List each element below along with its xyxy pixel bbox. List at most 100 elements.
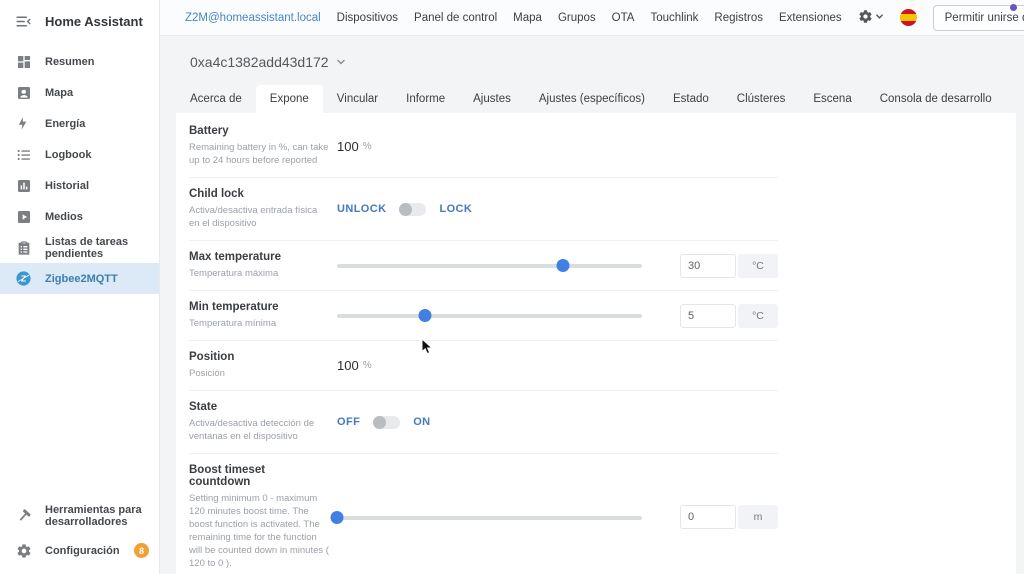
chevron-down-icon	[336, 54, 346, 70]
chevron-down-icon	[875, 12, 884, 24]
expose-value: 100	[337, 138, 359, 154]
flag-stripe	[899, 20, 917, 26]
sidebar-item-zigbee2mqtt[interactable]: Z Zigbee2MQTT	[0, 263, 159, 294]
sidebar-item-label: Resumen	[45, 55, 95, 68]
expose-header: Position Posición	[189, 351, 329, 380]
expose-name: Min temperature	[189, 301, 279, 313]
tab-ajustes-espec-ficos[interactable]: Ajustes (específicos)	[525, 85, 659, 113]
value-input-group: °C	[680, 253, 778, 278]
sidebar-item-label: Mapa	[45, 86, 74, 99]
nav-link-extensiones[interactable]: Extensiones	[779, 12, 842, 24]
unit-addon: °C	[738, 253, 778, 278]
todo-icon	[15, 239, 32, 256]
toggle-on-option[interactable]: LOCK	[439, 203, 472, 215]
tab-informe[interactable]: Informe	[392, 85, 459, 113]
sidebar-item-mapa[interactable]: Mapa	[0, 77, 159, 108]
expose-header: State Activa/desactiva detección de venta…	[189, 401, 329, 443]
device-id-dropdown[interactable]: 0xa4c1382add43d172	[190, 54, 1016, 70]
slider-track	[337, 264, 642, 268]
value-input[interactable]	[680, 253, 736, 278]
expose-row-min-temperature: Min temperature Temperatura mínima °C	[189, 291, 778, 341]
map-icon	[15, 84, 32, 101]
sidebar-item-logbook[interactable]: Logbook	[0, 139, 159, 170]
value-input[interactable]	[680, 505, 736, 529]
sidebar-item-medios[interactable]: Medios	[0, 201, 159, 232]
toggle-off-option[interactable]: OFF	[337, 416, 360, 428]
toggle-knob	[373, 415, 387, 429]
logbook-icon	[15, 146, 32, 163]
nav-link-touchlink[interactable]: Touchlink	[650, 12, 698, 24]
nav-link-ota[interactable]: OTA	[612, 12, 635, 24]
value-input[interactable]	[680, 303, 736, 328]
nav-link-mapa[interactable]: Mapa	[513, 12, 542, 24]
expose-name: Max temperature	[189, 251, 282, 263]
toggle-off-option[interactable]: UNLOCK	[337, 203, 386, 215]
expose-name: Child lock	[189, 188, 244, 200]
expose-row-position: Position Posición 100%	[189, 341, 778, 391]
svg-text:Z: Z	[21, 274, 26, 284]
tab-expone[interactable]: Expone	[255, 85, 323, 113]
value-input-group: °C	[680, 303, 778, 328]
expose-control: UNLOCK LOCK	[337, 202, 778, 216]
sidebar-item-configuraci-n[interactable]: Configuración 8	[0, 535, 159, 566]
tab-estado[interactable]: Estado	[659, 85, 723, 113]
sidebar-item-label: Medios	[45, 210, 83, 223]
value-slider[interactable]	[337, 259, 642, 272]
nav-link-grupos[interactable]: Grupos	[558, 12, 596, 24]
toggle-switch[interactable]	[373, 415, 401, 429]
media-icon	[15, 208, 32, 225]
device-page: 0xa4c1382add43d172 Acerca de Expone Vincul…	[160, 36, 1024, 574]
sidebar-item-resumen[interactable]: Resumen	[0, 46, 159, 77]
sidebar-item-label: Listas de tareas pendientes	[45, 235, 129, 260]
z2m-nav-links: Dispositivos Panel de control Mapa Grupos OT…	[337, 12, 842, 24]
nav-link-dispositivos[interactable]: Dispositivos	[337, 12, 398, 24]
unit-addon: m	[738, 505, 778, 529]
sidebar-item-energ-a[interactable]: Energía	[0, 108, 159, 139]
sidebar-nav: Resumen Mapa Energía Logbook Historial Medios…	[0, 46, 159, 294]
value-slider[interactable]	[337, 309, 642, 322]
sidebar-item-herramientas-para-desarrolladores[interactable]: Herramientas para desarrolladores	[0, 497, 159, 535]
expose-header: Boost timeset countdown Setting minimum 0…	[189, 464, 329, 570]
tab-acerca-de[interactable]: Acerca de	[176, 85, 256, 113]
sidebar: Home Assistant Resumen Mapa Energía Logbook…	[0, 0, 160, 574]
toggle-switch[interactable]	[399, 202, 427, 216]
sidebar-item-label: Zigbee2MQTT	[45, 272, 118, 285]
navbar-settings-dropdown[interactable]	[858, 9, 884, 27]
z2m-brand-link[interactable]: Z2M@homeassistant.local	[185, 12, 321, 24]
tab-consola-de-desarrollo[interactable]: Consola de desarrollo	[866, 85, 1006, 113]
toggle-on-option[interactable]: ON	[413, 416, 430, 428]
expose-name: Position	[189, 351, 235, 363]
slider-knob[interactable]	[556, 259, 570, 272]
language-flag-spain-icon[interactable]	[899, 9, 917, 26]
device-tabs: Acerca de Expone Vincular Informe Ajustes Aju…	[176, 85, 1016, 113]
gear-icon	[858, 9, 873, 27]
expose-description: Setting minimum 0 - maximum 120 minutes …	[189, 493, 329, 569]
expose-control: 100%	[337, 139, 778, 154]
unit-addon: °C	[738, 303, 778, 328]
expose-name: State	[189, 401, 218, 413]
sidebar-item-listas-de-tareas-pendientes[interactable]: Listas de tareas pendientes	[0, 232, 159, 263]
slider-knob[interactable]	[418, 309, 432, 322]
sidebar-item-historial[interactable]: Historial	[0, 170, 159, 201]
nav-link-panel-de-control[interactable]: Panel de control	[414, 12, 497, 24]
expose-description: Temperatura máxima	[189, 268, 279, 279]
tab-cl-steres[interactable]: Clústeres	[723, 85, 800, 113]
dashboard-icon	[15, 53, 32, 70]
notification-badge: 8	[134, 543, 149, 558]
slider-track	[337, 314, 642, 318]
value-slider[interactable]	[330, 510, 642, 524]
devtools-icon	[15, 508, 32, 525]
tab-escena[interactable]: Escena	[799, 85, 865, 113]
zigbee2mqtt-icon: Z	[15, 270, 32, 287]
expose-unit: %	[362, 360, 372, 371]
expose-control: OFF ON	[337, 415, 778, 429]
sidebar-collapse-icon[interactable]	[15, 13, 32, 30]
expose-row-child-lock: Child lock Activa/desactiva entrada físic…	[189, 178, 778, 241]
nav-link-registros[interactable]: Registros	[714, 12, 763, 24]
recording-indicator-dot	[1010, 4, 1017, 11]
tab-vincular[interactable]: Vincular	[323, 85, 392, 113]
expose-header: Min temperature Temperatura mínima	[189, 301, 329, 330]
main-area: Z2M@homeassistant.local Dispositivos Pane…	[160, 0, 1024, 574]
tab-ajustes[interactable]: Ajustes	[459, 85, 525, 113]
slider-knob[interactable]	[330, 510, 344, 524]
